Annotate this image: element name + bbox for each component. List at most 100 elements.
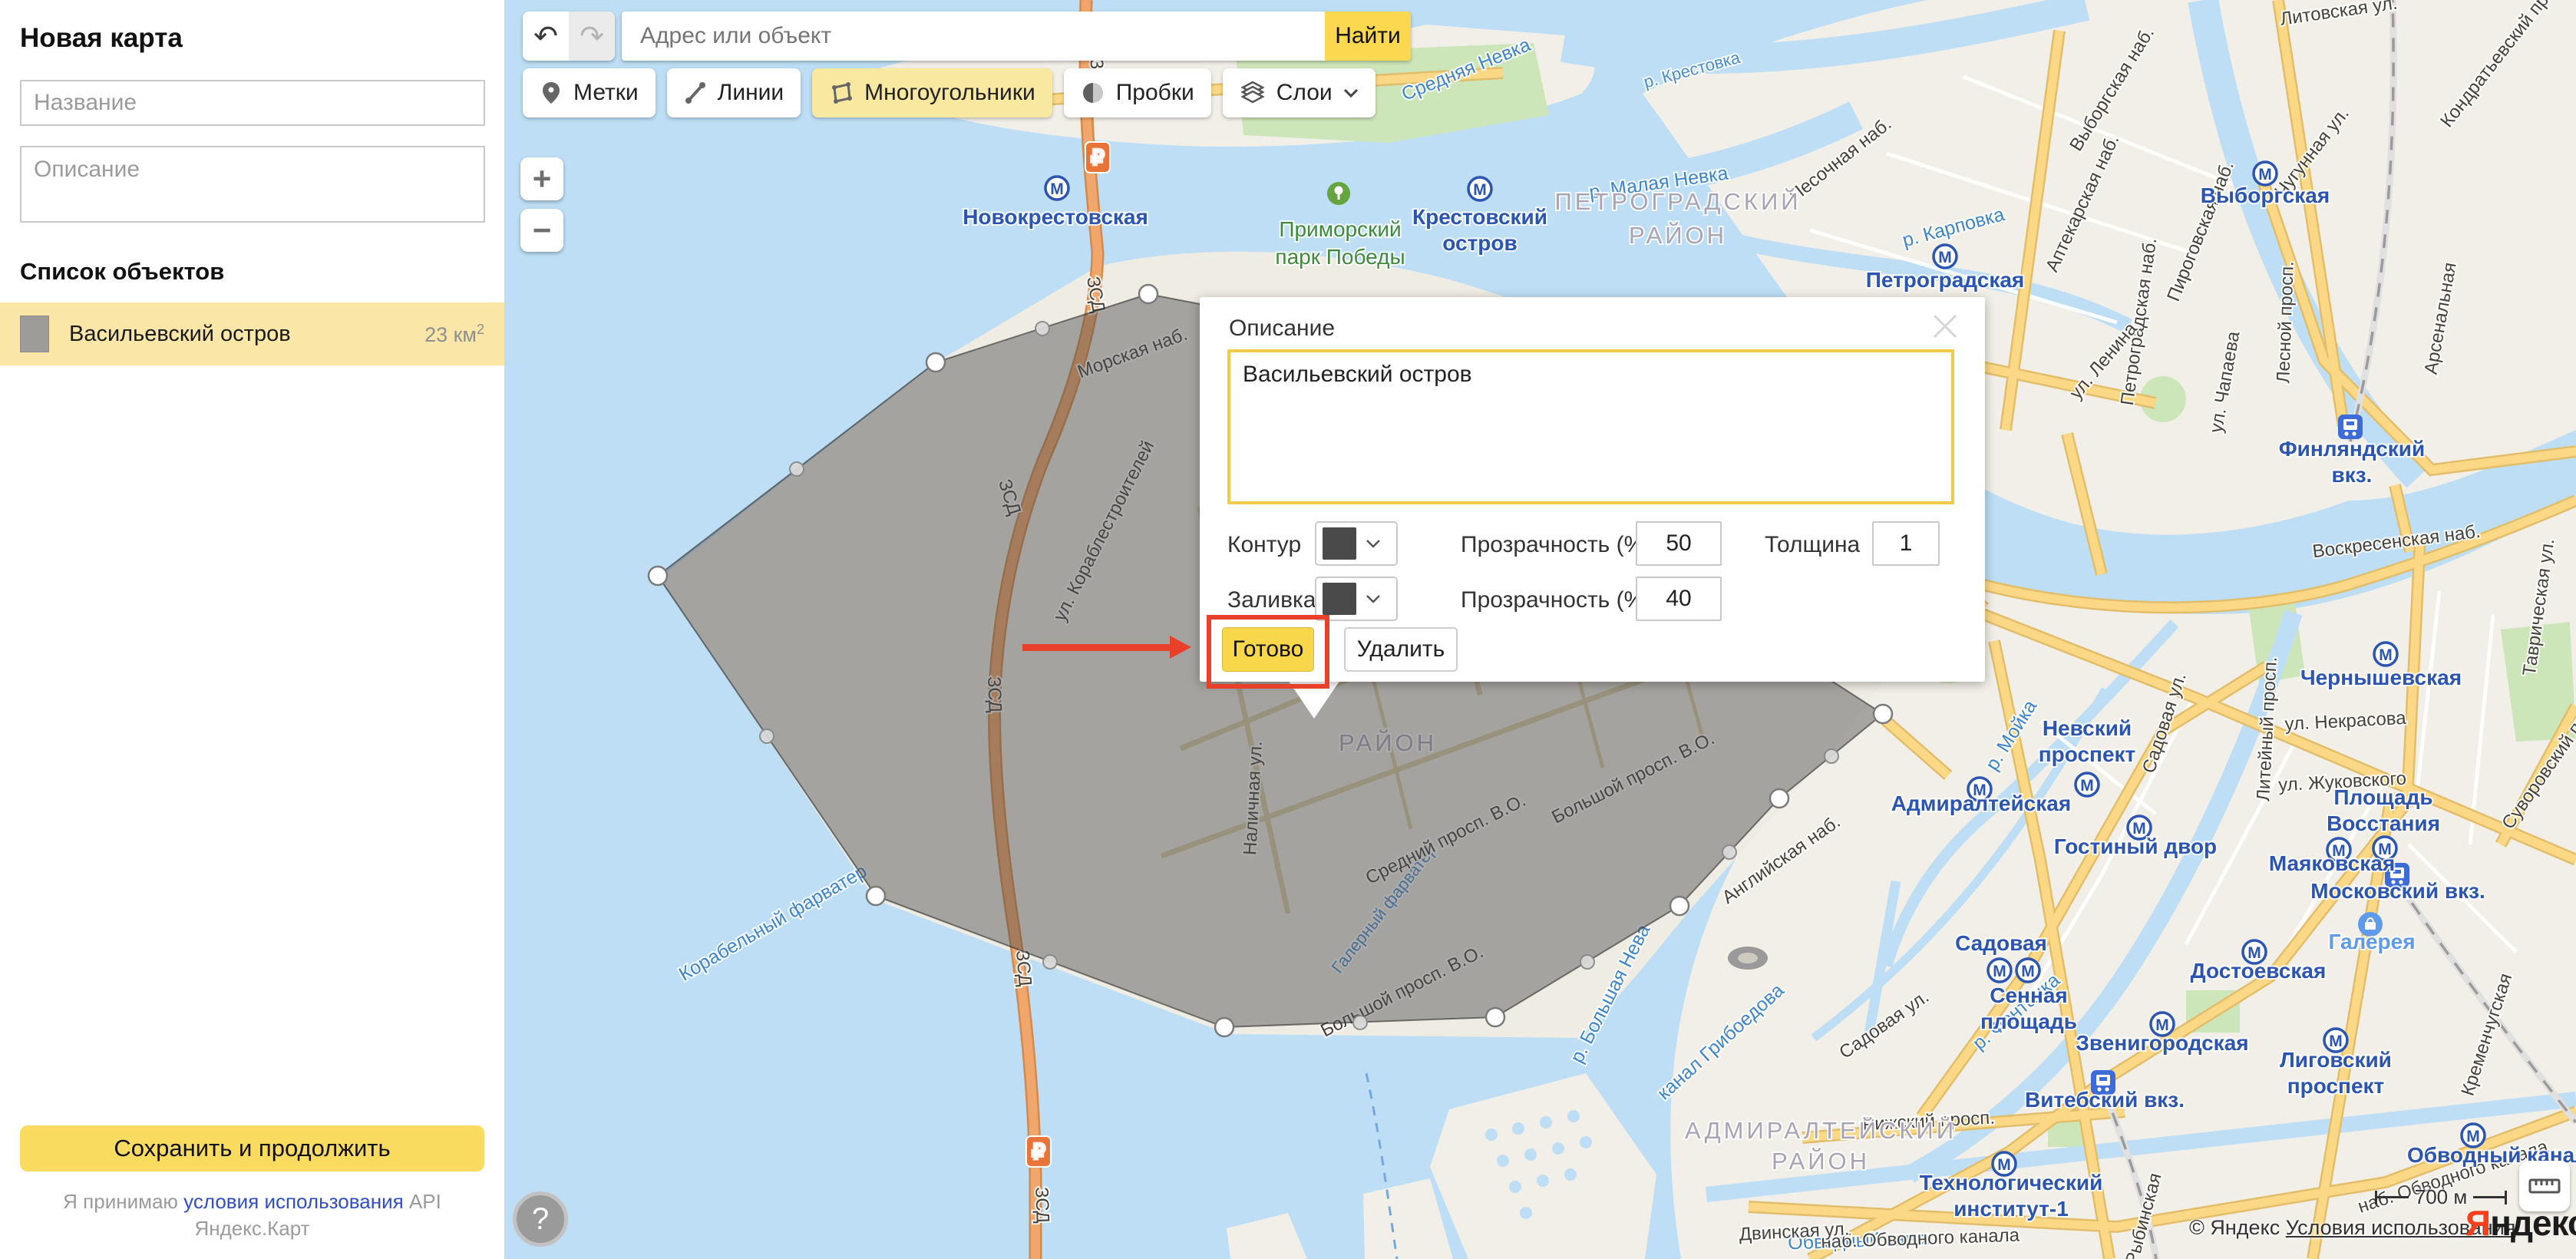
tool-layers[interactable]: Слои bbox=[1223, 68, 1376, 117]
fill-color-select[interactable] bbox=[1315, 577, 1398, 621]
metro-icon: М bbox=[1934, 245, 1957, 268]
polygon-midpoint-handle[interactable] bbox=[1580, 955, 1594, 969]
svg-text:М: М bbox=[1993, 963, 2006, 980]
svg-text:₽: ₽ bbox=[1091, 146, 1105, 169]
delete-button[interactable]: Удалить bbox=[1344, 627, 1458, 672]
map-label: Невский bbox=[2043, 716, 2132, 740]
map-label: проспект bbox=[2287, 1074, 2385, 1098]
map-label: Лиговский bbox=[2280, 1048, 2392, 1072]
polygon-vertex-handle[interactable] bbox=[1215, 1018, 1234, 1036]
scale-label: 700 м bbox=[2409, 1185, 2473, 1209]
outline-color-swatch bbox=[1323, 527, 1356, 560]
tool-polygons[interactable]: Многоугольники bbox=[812, 68, 1052, 117]
undo-button[interactable]: ↶ bbox=[523, 12, 569, 61]
fill-label: Заливка bbox=[1227, 587, 1316, 613]
object-name: Васильевский остров bbox=[69, 322, 424, 347]
map-label: Лесной просп. bbox=[2273, 261, 2298, 384]
polygon-midpoint-handle[interactable] bbox=[790, 462, 804, 476]
train-station-icon bbox=[2338, 415, 2363, 439]
search-input[interactable] bbox=[622, 12, 1325, 61]
object-list-item[interactable]: Васильевский остров 23 км2 bbox=[0, 302, 504, 365]
terms-footer: Я принимаю условия использования API Янд… bbox=[20, 1188, 484, 1242]
polygon-vertex-handle[interactable] bbox=[1670, 897, 1689, 915]
polygon-vertex-handle[interactable] bbox=[926, 353, 945, 372]
ruler-icon bbox=[2528, 1177, 2561, 1195]
outline-color-select[interactable] bbox=[1315, 521, 1398, 566]
map-label: Финляндский bbox=[2279, 437, 2425, 461]
svg-text:М: М bbox=[1473, 181, 1487, 199]
stadium-icon bbox=[1728, 947, 1768, 970]
metro-icon: М bbox=[1988, 959, 2011, 982]
metro-icon: М bbox=[1468, 177, 1491, 200]
map-label: Адмиралтейская bbox=[1891, 791, 2071, 815]
zoom-out-button[interactable]: − bbox=[520, 209, 563, 252]
close-icon[interactable] bbox=[1931, 309, 1965, 343]
polygon-vertex-handle[interactable] bbox=[1486, 1008, 1504, 1026]
polygon-vertex-handle[interactable] bbox=[1874, 705, 1892, 723]
outline-label: Контур bbox=[1227, 532, 1301, 558]
metro-icon: М bbox=[1045, 177, 1068, 200]
map-label: ЗСД bbox=[1031, 1187, 1053, 1224]
chevron-down-icon bbox=[1343, 88, 1359, 97]
metro-icon: М bbox=[2254, 162, 2277, 185]
map-label: Чернышевская bbox=[2300, 666, 2462, 689]
map-label: Новокрестовская bbox=[963, 205, 1148, 229]
line-icon bbox=[684, 81, 707, 105]
help-button[interactable]: ? bbox=[513, 1191, 568, 1247]
map-label: РАЙОН bbox=[1772, 1147, 1870, 1175]
map-label: РАЙОН bbox=[1629, 221, 1727, 249]
map-label: Крестовский bbox=[1412, 205, 1547, 229]
polygon-vertex-handle[interactable] bbox=[867, 887, 885, 905]
tool-placemarks[interactable]: Метки bbox=[523, 68, 656, 117]
map-description-input[interactable] bbox=[20, 146, 485, 223]
polygon-midpoint-handle[interactable] bbox=[760, 729, 774, 743]
page-title: Новая карта bbox=[20, 23, 484, 54]
fill-opacity-input[interactable] bbox=[1636, 577, 1722, 621]
zoom-in-button[interactable]: + bbox=[520, 157, 563, 200]
polygon-vertex-handle[interactable] bbox=[1770, 789, 1788, 808]
chevron-down-icon bbox=[1366, 594, 1381, 603]
tool-traffic[interactable]: Пробки bbox=[1064, 68, 1211, 117]
map-label: Маяковская bbox=[2269, 851, 2395, 875]
objects-list-title: Список объектов bbox=[20, 258, 484, 286]
outline-opacity-input[interactable] bbox=[1636, 521, 1722, 566]
map-label: институт-1 bbox=[1953, 1197, 2069, 1221]
terms-link[interactable]: условия использования bbox=[183, 1190, 404, 1213]
done-button[interactable]: Готово bbox=[1222, 627, 1314, 672]
svg-text:М: М bbox=[2258, 166, 2272, 183]
metro-icon: М bbox=[2016, 959, 2039, 982]
svg-text:М: М bbox=[2379, 646, 2393, 664]
map-label: Витебский вкз. bbox=[2025, 1088, 2185, 1112]
save-continue-button[interactable]: Сохранить и продолжить bbox=[20, 1125, 484, 1171]
polygon-midpoint-handle[interactable] bbox=[1722, 845, 1736, 859]
description-textarea[interactable]: Васильевский остров bbox=[1227, 349, 1954, 504]
svg-text:₽: ₽ bbox=[1032, 1140, 1045, 1163]
yandex-map-constructor: Новая карта Список объектов Васильевский… bbox=[0, 0, 2576, 1259]
search-button[interactable]: Найти bbox=[1325, 12, 1411, 61]
thickness-label: Толщина bbox=[1765, 532, 1860, 558]
traffic-icon bbox=[1081, 81, 1105, 105]
fill-opacity-label: Прозрачность (%) bbox=[1461, 587, 1652, 613]
dialog-title: Описание bbox=[1229, 316, 1335, 342]
polygon-vertex-handle[interactable] bbox=[649, 567, 667, 585]
polygon-midpoint-handle[interactable] bbox=[1825, 749, 1838, 763]
polygon-midpoint-handle[interactable] bbox=[1035, 322, 1049, 335]
thickness-input[interactable] bbox=[1872, 521, 1940, 566]
polygon-vertex-handle[interactable] bbox=[1139, 285, 1158, 303]
map-label: АДМИРАЛТЕЙСКИЙ bbox=[1685, 1116, 1957, 1144]
map-label: Звенигородская bbox=[2076, 1031, 2248, 1055]
redo-button[interactable]: ↷ bbox=[569, 12, 615, 61]
tool-lines[interactable]: Линии bbox=[667, 68, 801, 117]
map-name-input[interactable] bbox=[20, 80, 485, 126]
polygon-midpoint-handle[interactable] bbox=[1043, 955, 1057, 969]
sidebar: Новая карта Список объектов Васильевский… bbox=[0, 0, 505, 1259]
map-label: вкз. bbox=[2332, 463, 2373, 487]
map-label: ПЕТРОГРАДСКИЙ bbox=[1554, 187, 1801, 215]
undo-icon: ↶ bbox=[533, 19, 558, 53]
svg-text:М: М bbox=[2080, 777, 2094, 795]
polygon-midpoint-handle[interactable] bbox=[1353, 1016, 1367, 1029]
svg-text:М: М bbox=[1938, 249, 1952, 266]
dialog-tail bbox=[1288, 680, 1340, 719]
redo-icon: ↷ bbox=[580, 19, 604, 53]
map-label: площадь bbox=[1980, 1010, 2077, 1033]
